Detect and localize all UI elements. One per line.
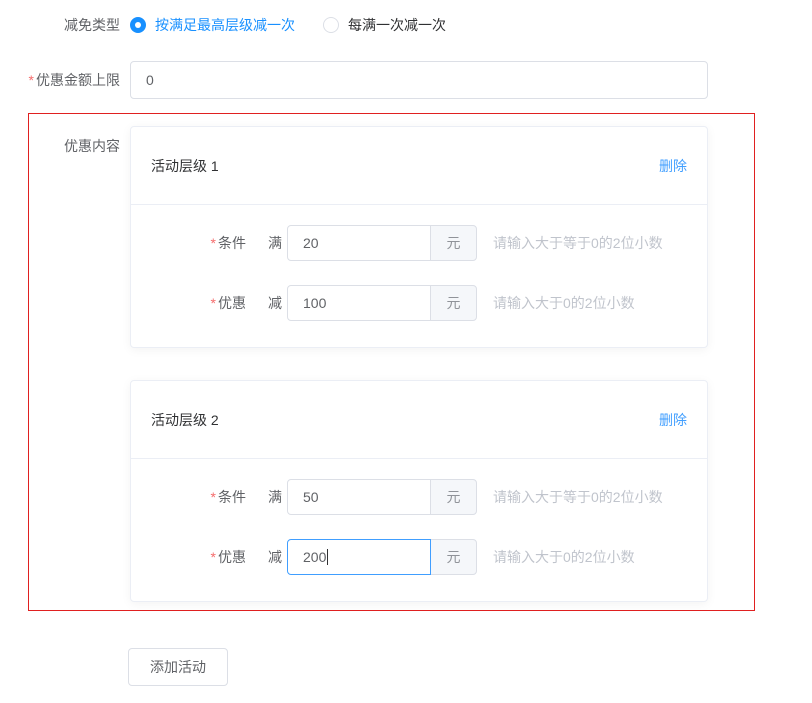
discount-label: *优惠 <box>151 293 246 313</box>
condition-label: *条件 <box>151 487 246 507</box>
discount-prefix: 减 <box>268 547 282 567</box>
reduction-type-radio-group: 按满足最高层级减一次 每满一次减一次 <box>130 15 446 35</box>
radio-option-label: 每满一次减一次 <box>348 15 446 35</box>
discount-amount-input[interactable]: 100 <box>287 285 431 321</box>
required-asterisk: * <box>211 235 216 251</box>
reduction-type-label: 减免类型 <box>0 15 120 35</box>
max-discount-value: 0 <box>146 72 154 88</box>
promotion-form-page: 减免类型 按满足最高层级减一次 每满一次减一次 *优惠金额上限 0 优惠内容 <box>0 0 812 703</box>
unit-yuan-addon: 元 <box>430 539 477 575</box>
tier-card-2: 活动层级 2 删除 *条件 满 50 元 请输入大于等于0的2位小数 <box>130 380 708 602</box>
required-asterisk: * <box>211 295 216 311</box>
condition-row: *条件 满 20 元 请输入大于等于0的2位小数 <box>151 225 687 261</box>
radio-option-label: 按满足最高层级减一次 <box>155 15 295 35</box>
delete-tier-link[interactable]: 删除 <box>659 410 687 430</box>
condition-amount-input[interactable]: 20 <box>287 225 431 261</box>
condition-row: *条件 满 50 元 请输入大于等于0的2位小数 <box>151 479 687 515</box>
radio-unchecked-icon <box>323 17 339 33</box>
radio-dot <box>135 22 141 28</box>
required-asterisk: * <box>211 489 216 505</box>
reduction-type-row: 减免类型 按满足最高层级减一次 每满一次减一次 <box>0 15 812 35</box>
required-asterisk: * <box>29 72 34 88</box>
discount-content-label: 优惠内容 <box>29 126 120 602</box>
discount-prefix: 减 <box>268 293 282 313</box>
input-hint: 请输入大于0的2位小数 <box>493 293 635 313</box>
tier-title: 活动层级 2 <box>151 410 219 430</box>
input-hint: 请输入大于0的2位小数 <box>493 547 635 567</box>
radio-option-every-time[interactable]: 每满一次减一次 <box>323 15 446 35</box>
required-asterisk: * <box>211 549 216 565</box>
delete-tier-link[interactable]: 删除 <box>659 156 687 176</box>
condition-prefix: 满 <box>268 233 282 253</box>
discount-amount-input-focused[interactable]: 200 <box>287 539 431 575</box>
radio-option-highest-tier[interactable]: 按满足最高层级减一次 <box>130 15 295 35</box>
discount-label: *优惠 <box>151 547 246 567</box>
discount-row: *优惠 减 100 元 请输入大于0的2位小数 <box>151 285 687 321</box>
max-discount-input[interactable]: 0 <box>130 61 708 99</box>
max-discount-label: *优惠金额上限 <box>0 70 120 90</box>
discount-content-section: 优惠内容 活动层级 1 删除 *条件 满 20 元 <box>28 113 755 611</box>
discount-row: *优惠 减 200 元 请输入大于0的2位小数 <box>151 539 687 575</box>
unit-yuan-addon: 元 <box>430 479 477 515</box>
tier-title: 活动层级 1 <box>151 156 219 176</box>
input-hint: 请输入大于等于0的2位小数 <box>493 233 663 253</box>
condition-label: *条件 <box>151 233 246 253</box>
add-activity-button[interactable]: 添加活动 <box>128 648 228 686</box>
radio-checked-icon <box>130 17 146 33</box>
text-cursor <box>327 549 328 565</box>
input-hint: 请输入大于等于0的2位小数 <box>493 487 663 507</box>
max-discount-row: *优惠金额上限 0 <box>0 61 812 99</box>
unit-yuan-addon: 元 <box>430 225 477 261</box>
unit-yuan-addon: 元 <box>430 285 477 321</box>
condition-amount-input[interactable]: 50 <box>287 479 431 515</box>
tier-card-1: 活动层级 1 删除 *条件 满 20 元 请输入大于等于0的2位小数 <box>130 126 708 348</box>
condition-prefix: 满 <box>268 487 282 507</box>
